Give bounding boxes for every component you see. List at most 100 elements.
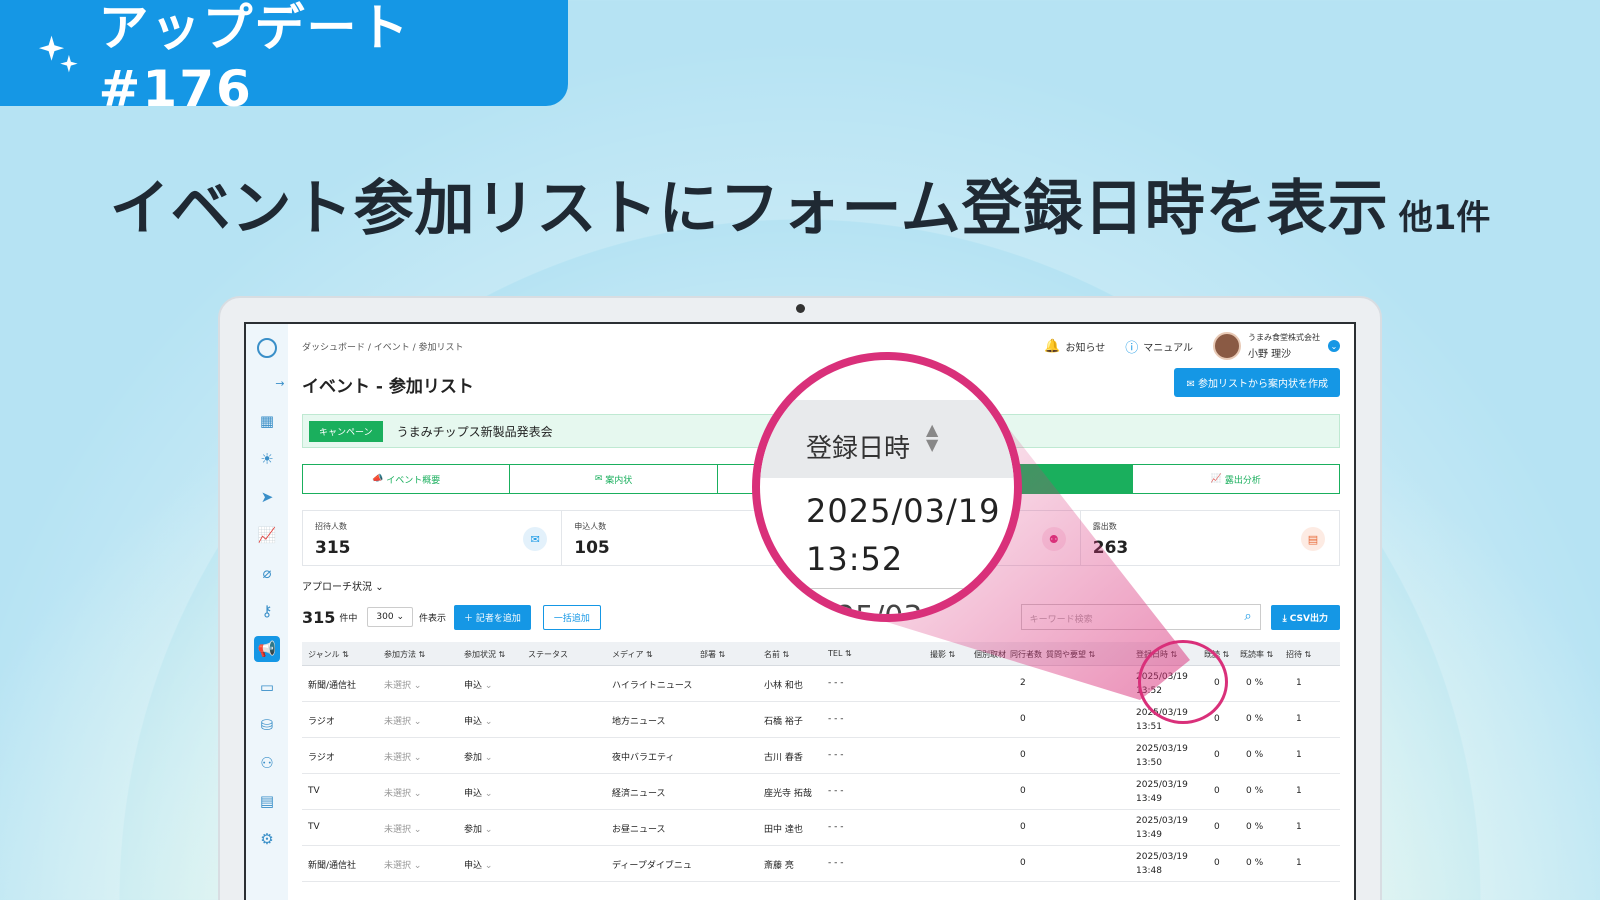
col-participation[interactable]: 参加状況 ⇅ [464,649,505,660]
chevron-down-icon: ⌄ [411,753,422,763]
cell-registered-time: 13:49 [1136,794,1162,804]
search-input[interactable]: キーワード検索 ⌕ [1020,604,1261,630]
cell-method[interactable]: 未選択 ⌄ [384,822,421,835]
manual-link[interactable]: ⓘ マニュアル [1125,337,1193,356]
chevron-down-icon: ⌄ [482,681,493,691]
chevron-down-icon: ⌄ [482,861,493,871]
cell-status-text: 参加 [464,753,483,763]
bulb-icon[interactable]: ☀ [254,446,280,472]
key-icon[interactable]: ⚷ [254,598,280,624]
cell-rate-text: 0 % [1246,678,1264,688]
col-questions-label: 質問や要望 [1046,650,1086,659]
calendar-icon[interactable]: ▤ [254,788,280,814]
approach-label: アプローチ状況 [302,582,372,593]
col-department[interactable]: 部署 ⇅ [700,649,725,660]
col-method[interactable]: 参加方法 ⇅ [384,649,425,660]
col-media[interactable]: メディア ⇅ [612,649,653,660]
cell-read: 0 [1214,750,1220,760]
cell-status[interactable]: 参加 ⌄ [464,750,492,763]
table-row[interactable]: TV 未選択 ⌄ 参加 ⌄ お昼ニュース 田中 達也 - - -000 % 1 2025/03… [302,810,1340,846]
sort-arrows-icon: ▲ ▼ [926,420,939,454]
dashboard-icon[interactable]: ▦ [254,408,280,434]
create-invitation-button[interactable]: ✉ 参加リストから案内状を作成 [1174,368,1340,397]
cell-status[interactable]: 申込 ⌄ [464,858,492,871]
manual-label: マニュアル [1143,342,1193,354]
chevron-down-icon: ⌄ [482,753,493,763]
cell-tel: - - - [828,678,843,688]
cell-method[interactable]: 未選択 ⌄ [384,858,421,871]
cell-method-text: 未選択 [384,789,412,799]
card-icon[interactable]: ▭ [254,674,280,700]
settings-gear-icon[interactable]: ⚙ [254,826,280,852]
cell-tel-text: - - - [828,786,844,796]
database-search-icon[interactable]: ⛁ [254,712,280,738]
cell-method[interactable]: 未選択 ⌄ [384,678,421,691]
list-controls: 315 件中 300 ⌄ 件表示 ＋ 記者を追加 一括追加 キーワード検索 ⌕ ⤓… [302,604,1340,630]
cell-name: 座光寺 拓哉 [764,786,812,799]
cell-tel-text: - - - [828,822,844,832]
col-name[interactable]: 名前 ⇅ [764,649,789,660]
cell-tel-text: - - - [828,678,844,688]
search-icon[interactable]: ⌕ [1244,609,1251,624]
page-size-select[interactable]: 300 ⌄ [367,607,414,627]
analytics-icon[interactable]: 📈 [254,522,280,548]
col-status[interactable]: ステータス [528,649,568,660]
cell-method[interactable]: 未選択 ⌄ [384,786,421,799]
approach-status-toggle[interactable]: アプローチ状況 ⌄ [302,578,384,593]
bulk-add-button[interactable]: 一括追加 [542,604,601,630]
search-placeholder: キーワード検索 [1029,615,1093,625]
newspaper-icon: ▤ [1301,527,1325,551]
tab-overview[interactable]: 📣 イベント概要 [303,465,511,493]
breadcrumb[interactable]: ダッシュボード / イベント / 参加リスト [302,340,464,353]
col-invite[interactable]: 招待 ⇅ [1286,649,1311,660]
cell-status[interactable]: 申込 ⌄ [464,786,492,799]
tab-invitation[interactable]: ✉ 案内状 [510,465,718,493]
cell-status[interactable]: 申込 ⌄ [464,714,492,727]
col-read-rate[interactable]: 既読率 ⇅ [1240,649,1273,660]
clip-icon[interactable]: ⌀ [254,560,280,586]
csv-export-button[interactable]: ⤓ CSV出力 [1270,604,1340,630]
avatar[interactable] [1213,332,1241,360]
logo-icon[interactable] [257,338,277,358]
cell-registered-date: 2025/03/19 [1136,780,1188,790]
people-icon[interactable]: ⚇ [254,750,280,776]
cell-status[interactable]: 申込 ⌄ [464,678,492,691]
cell-rate: 0 % [1246,714,1263,724]
col-questions[interactable]: 質問や要望 ⇅ [1046,649,1095,660]
col-companions[interactable]: 同行者数 [1010,649,1042,660]
col-genre[interactable]: ジャンル ⇅ [308,649,349,660]
user-info[interactable]: うまみ食堂株式会社 小野 理沙 [1248,332,1320,360]
event-megaphone-icon[interactable]: 📢 [254,636,280,662]
zoom-header-label: 登録日時 [806,434,911,464]
cell-method[interactable]: 未選択 ⌄ [384,714,421,727]
add-reporter-button[interactable]: ＋ 記者を追加 [454,604,531,630]
cell-name-text: 石橋 裕子 [764,717,803,727]
col-photo[interactable]: 撮影 ⇅ [930,649,955,660]
cell-invite-text: 1 [1296,678,1302,688]
cell-invite-text: 1 [1296,750,1302,760]
cell-status[interactable]: 参加 ⌄ [464,822,492,835]
col-participation-label: 参加状況 [464,650,496,659]
table-row[interactable]: TV 未選択 ⌄ 申込 ⌄ 経済ニュース 座光寺 拓哉 - - -000 % 1 2025/0… [302,774,1340,810]
tab-exposure[interactable]: 📈 露出分析 [1133,465,1339,493]
cell-method[interactable]: 未選択 ⌄ [384,750,421,763]
cell-companions-text: 2 [1020,678,1026,688]
col-tel[interactable]: TEL ⇅ [828,649,852,658]
cell-rate: 0 % [1246,750,1263,760]
cell-name-text: 座光寺 拓哉 [764,789,812,799]
table-row[interactable]: 新聞/通信社 未選択 ⌄ 申込 ⌄ ディープダイブニュ 斎藤 亮- - -000 % 1 2… [302,846,1340,882]
cell-read-text: 0 [1214,714,1220,724]
chevron-down-icon: ⌄ [411,717,422,727]
table-row[interactable]: ラジオ 未選択 ⌄ 参加 ⌄ 夜中バラエティ 古川 春香 - - -000 % 1 2025/… [302,738,1340,774]
cell-rate-text: 0 % [1246,714,1264,724]
send-icon[interactable]: ➤ [254,484,280,510]
chevron-down-icon[interactable]: ⌄ [1328,340,1340,352]
cell-name: 田中 達也 [764,822,803,835]
col-interview[interactable]: 個別取材 [974,649,1006,660]
expand-arrow-icon[interactable]: → [267,370,293,396]
cell-tel: - - - [828,786,843,796]
cell-registered-at: 2025/03/19 13:49 [1136,814,1188,842]
stat-exposure: 露出数 263 ▤ [1081,511,1339,565]
cell-tel: - - - [828,750,843,760]
notifications-link[interactable]: 🔔 お知らせ [1044,339,1105,354]
